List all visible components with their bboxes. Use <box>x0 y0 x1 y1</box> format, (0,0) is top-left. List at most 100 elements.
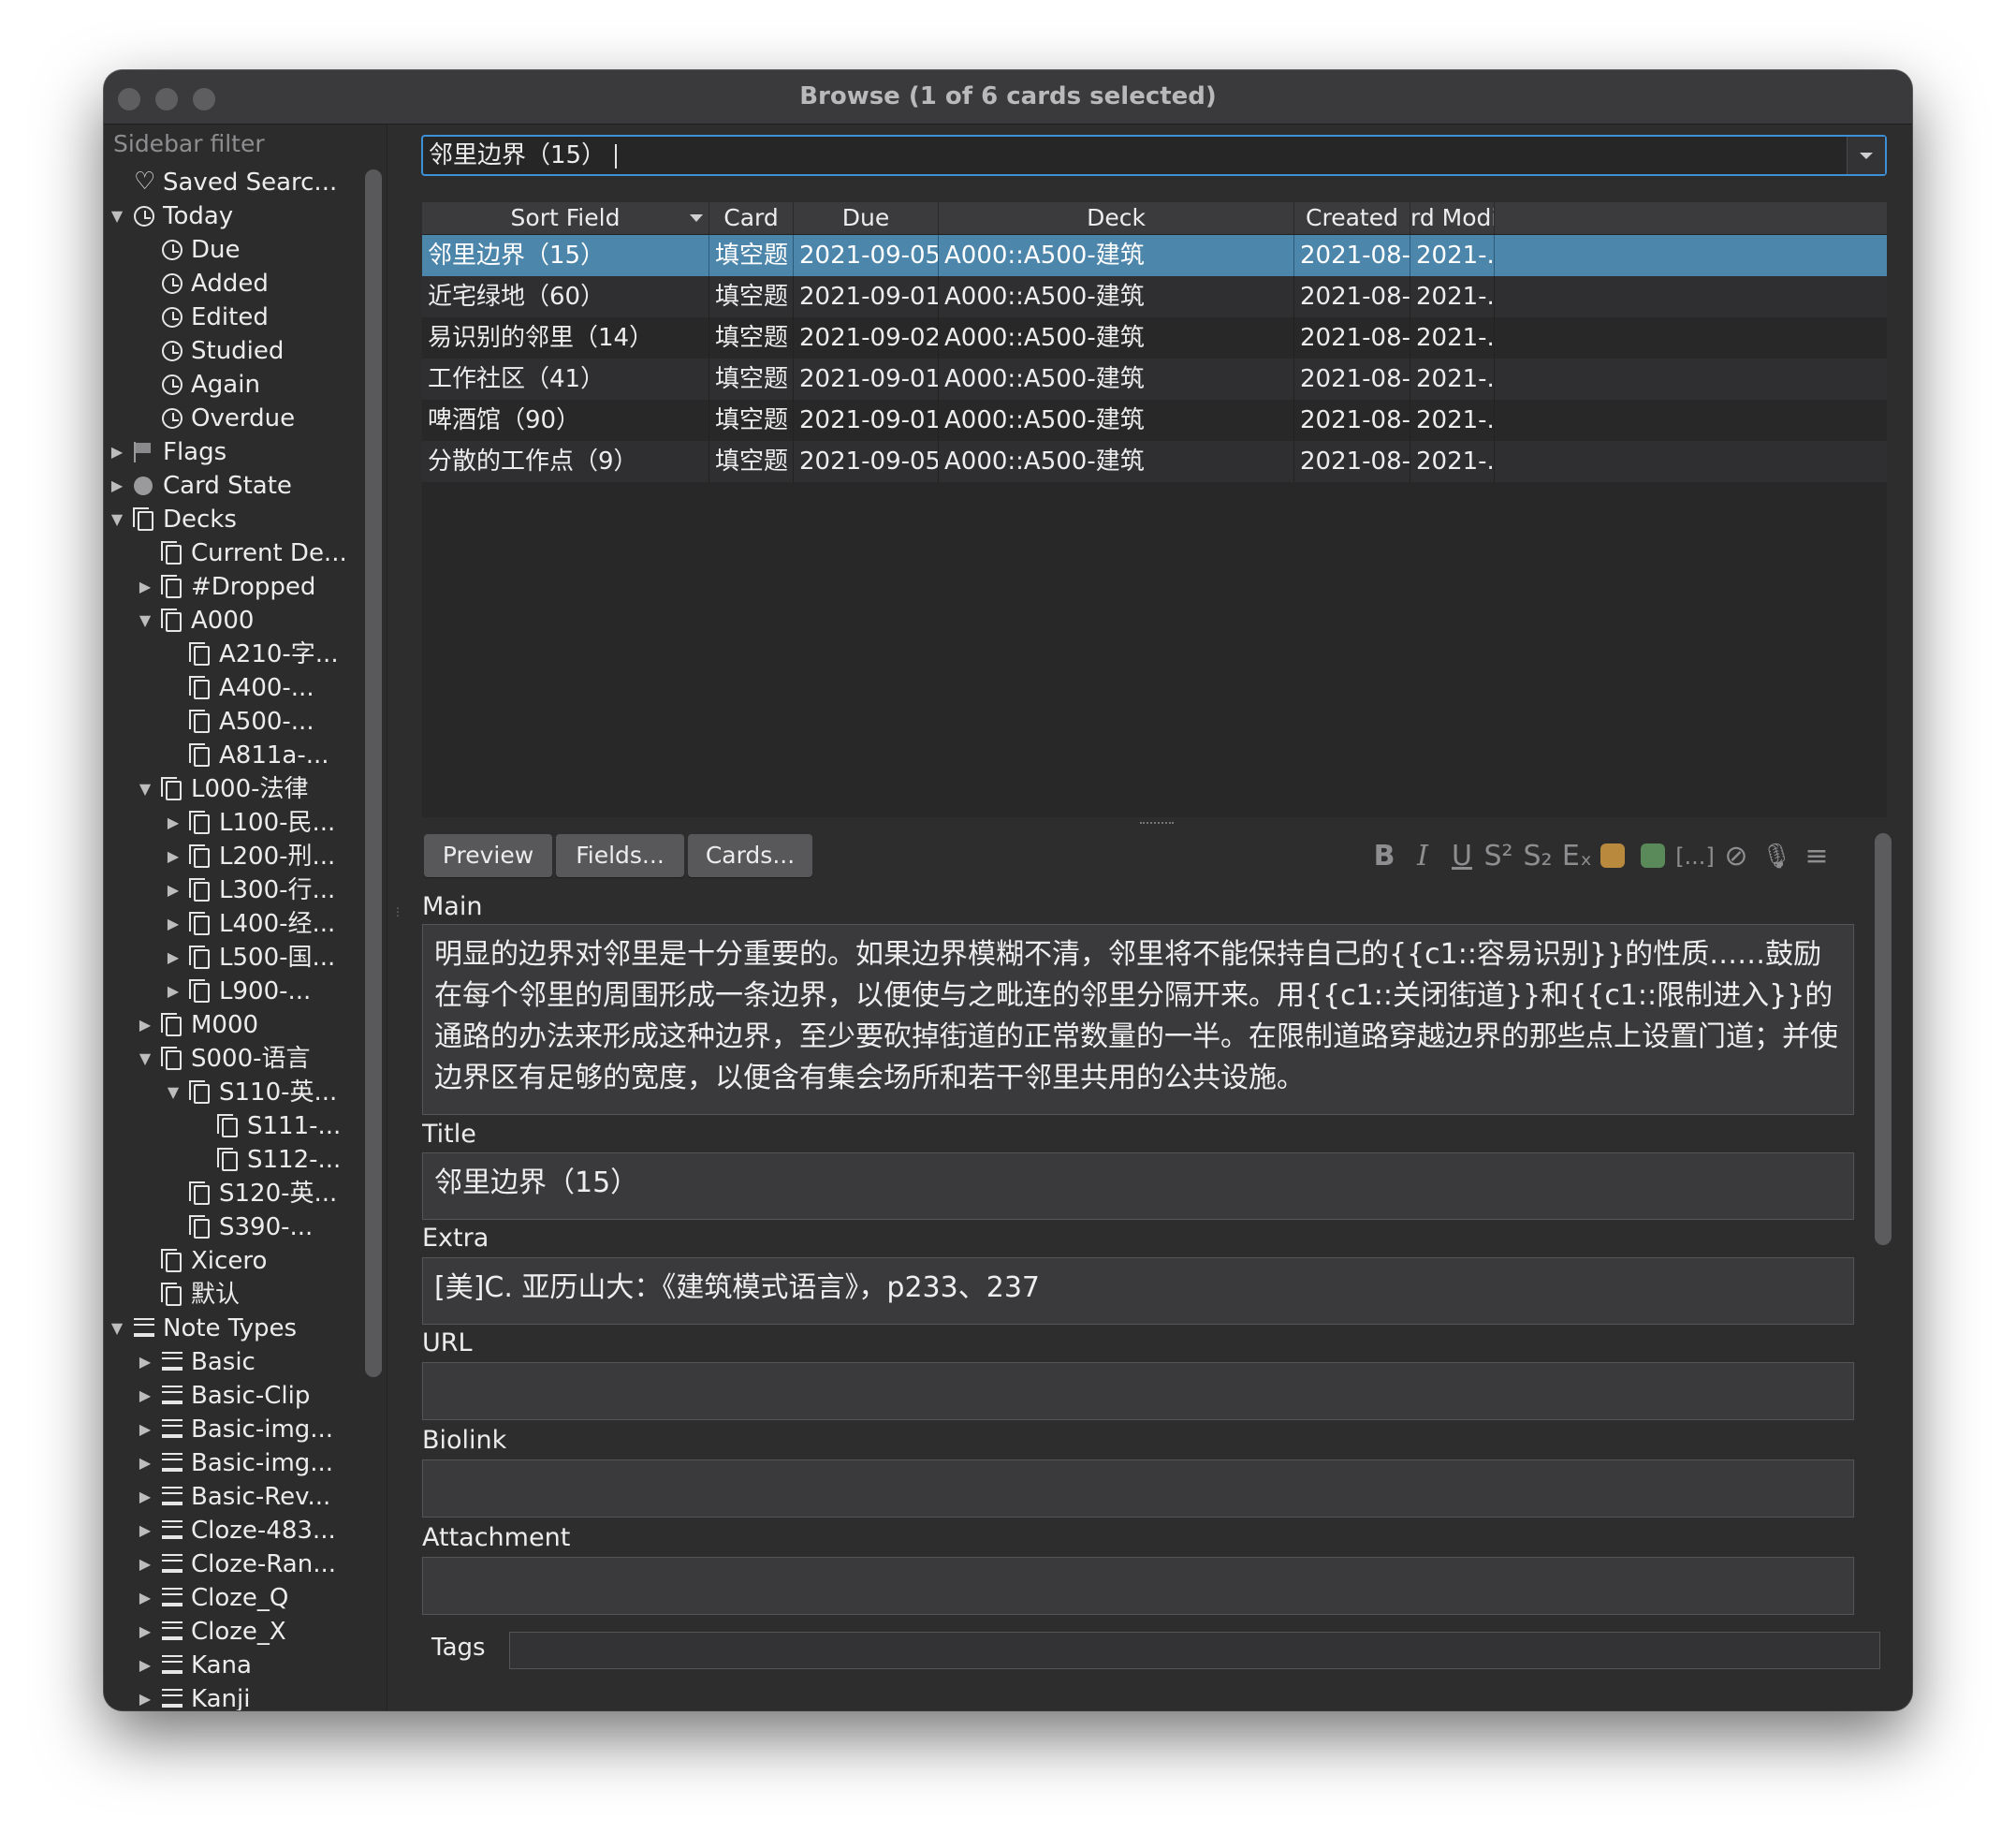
column-header-deck[interactable]: Deck <box>939 202 1294 234</box>
sidebar-item[interactable]: Due <box>104 233 362 267</box>
expand-arrow-icon[interactable]: ▶ <box>136 1008 154 1042</box>
record-audio-icon[interactable]: 🎙 <box>1760 838 1792 875</box>
sidebar-item[interactable]: ▶ Cloze-483... <box>104 1514 362 1547</box>
sidebar-item[interactable]: ▶ M000 <box>104 1008 362 1042</box>
sidebar-item[interactable]: ▼ A000 <box>104 604 362 638</box>
expand-arrow-icon[interactable]: ▶ <box>136 1413 154 1446</box>
expand-arrow-icon[interactable]: ▶ <box>164 907 183 941</box>
sidebar-item[interactable]: A210-字... <box>104 638 362 671</box>
column-header-modified[interactable]: rd Modifi <box>1410 202 1495 234</box>
search-history-dropdown-button[interactable] <box>1847 137 1885 174</box>
field-input-extra[interactable]: [美]C. 亚历山大：《建筑模式语言》，p233、237 <box>422 1257 1854 1325</box>
field-input-main[interactable]: 明显的边界对邻里是十分重要的。如果边界模糊不清，邻里将不能保持自己的{{c1::… <box>422 924 1854 1115</box>
expand-arrow-icon[interactable]: ▶ <box>164 840 183 873</box>
expand-arrow-icon[interactable]: ▶ <box>136 1514 154 1547</box>
sidebar-item[interactable]: ▶ #Dropped <box>104 570 362 604</box>
table-row-selected[interactable]: 邻里边界（15）填空题 12021-09-05A000::A500-建筑2021… <box>422 235 1887 276</box>
sidebar-item[interactable]: ▼ S110-英... <box>104 1076 362 1109</box>
sidebar-item[interactable]: Again <box>104 368 362 402</box>
sidebar-item[interactable]: ▶ L500-国... <box>104 941 362 975</box>
field-input-attachment[interactable] <box>422 1557 1854 1615</box>
attach-icon[interactable]: ⊘ <box>1720 838 1752 875</box>
field-input-url[interactable] <box>422 1362 1854 1420</box>
sidebar-item[interactable]: ▼ Note Types <box>104 1312 362 1345</box>
field-input-title[interactable]: 邻里边界（15） <box>422 1152 1854 1220</box>
sidebar-item[interactable]: ▶ Kanji <box>104 1682 362 1710</box>
collapse-arrow-icon[interactable]: ▼ <box>108 199 126 233</box>
sidebar-item[interactable]: ▶ Cloze_Q <box>104 1581 362 1615</box>
editor-scrollbar[interactable] <box>1875 833 1892 1245</box>
clear-format-icon[interactable]: Eₓ <box>1558 838 1596 875</box>
sidebar-item[interactable]: Current De... <box>104 536 362 570</box>
collapse-arrow-icon[interactable]: ▼ <box>164 1076 183 1109</box>
table-row[interactable]: 啤酒馆（90）填空题 12021-09-01A000::A500-建筑2021-… <box>422 400 1887 441</box>
sidebar-item[interactable]: A811a-... <box>104 739 362 772</box>
table-row[interactable]: 近宅绿地（60）填空题 12021-09-01A000::A500-建筑2021… <box>422 276 1887 317</box>
expand-arrow-icon[interactable]: ▶ <box>164 873 183 907</box>
cloze-icon[interactable]: [...] <box>1673 838 1717 875</box>
preview-button[interactable]: Preview <box>424 834 552 877</box>
sidebar-item[interactable]: ▶ Flags <box>104 435 362 469</box>
sidebar-item[interactable]: A400-... <box>104 671 362 705</box>
expand-arrow-icon[interactable]: ▶ <box>108 469 126 503</box>
more-icon[interactable]: ≡ <box>1800 838 1833 875</box>
expand-arrow-icon[interactable]: ▶ <box>108 435 126 469</box>
search-combobox[interactable]: 邻里边界（15） <box>421 135 1887 176</box>
sidebar-item[interactable]: Added <box>104 267 362 301</box>
column-header-created[interactable]: Created <box>1294 202 1410 234</box>
sidebar-item[interactable]: ▶ Basic-img... <box>104 1446 362 1480</box>
column-header-sort-field[interactable]: Sort Field <box>422 202 709 234</box>
sidebar-item[interactable]: ▶ Basic-img... <box>104 1413 362 1446</box>
sidebar-filter-input[interactable]: Sidebar filter <box>113 130 265 157</box>
sidebar-item[interactable]: S112-... <box>104 1143 362 1177</box>
field-input-biolink[interactable] <box>422 1459 1854 1518</box>
sidebar-item[interactable]: ▶ L200-刑... <box>104 840 362 873</box>
sidebar-item[interactable]: ▶ Basic-Clip <box>104 1379 362 1413</box>
sidebar-item[interactable]: ▶ Cloze_X <box>104 1615 362 1649</box>
search-input[interactable]: 邻里边界（15） <box>429 137 618 174</box>
expand-arrow-icon[interactable]: ▶ <box>136 1649 154 1682</box>
collapse-arrow-icon[interactable]: ▼ <box>108 503 126 536</box>
expand-arrow-icon[interactable]: ▶ <box>164 806 183 840</box>
expand-arrow-icon[interactable]: ▶ <box>136 1615 154 1649</box>
expand-arrow-icon[interactable]: ▶ <box>164 975 183 1008</box>
collapse-arrow-icon[interactable]: ▼ <box>108 1312 126 1345</box>
sidebar-item[interactable]: Studied <box>104 334 362 368</box>
column-header-due[interactable]: Due <box>794 202 939 234</box>
sidebar-item[interactable]: ▶ Cloze-Ran... <box>104 1547 362 1581</box>
expand-arrow-icon[interactable]: ▶ <box>136 1547 154 1581</box>
sidebar-item[interactable]: ▼ S000-语言 <box>104 1042 362 1076</box>
collapse-arrow-icon[interactable]: ▼ <box>136 604 154 638</box>
sidebar-item[interactable]: ▼ L000-法律 <box>104 772 362 806</box>
subscript-icon[interactable]: S₂ <box>1519 838 1556 875</box>
fields-button[interactable]: Fields... <box>556 834 684 877</box>
table-row[interactable]: 工作社区（41）填空题 12021-09-01A000::A500-建筑2021… <box>422 359 1887 400</box>
sidebar-item[interactable]: 默认 <box>104 1278 362 1312</box>
sidebar-splitter-handle[interactable]: ⋮ <box>392 906 403 946</box>
sidebar-scrollbar[interactable] <box>365 169 382 1377</box>
expand-arrow-icon[interactable]: ▶ <box>136 1345 154 1379</box>
sidebar-item[interactable]: ▶ L100-民... <box>104 806 362 840</box>
expand-arrow-icon[interactable]: ▶ <box>136 1480 154 1514</box>
table-editor-splitter-handle[interactable] <box>1140 822 1174 828</box>
superscript-icon[interactable]: S² <box>1480 838 1517 875</box>
expand-arrow-icon[interactable]: ▶ <box>136 570 154 604</box>
sidebar-item[interactable]: ▶ Basic-Rev... <box>104 1480 362 1514</box>
collapse-arrow-icon[interactable]: ▼ <box>136 772 154 806</box>
sidebar-item[interactable]: Xicero <box>104 1244 362 1278</box>
sidebar-item[interactable]: ▶ Card State <box>104 469 362 503</box>
highlight-color-icon[interactable] <box>1641 843 1665 868</box>
table-row[interactable]: 易识别的邻里（14）填空题 12021-09-02A000::A500-建筑20… <box>422 317 1887 359</box>
expand-arrow-icon[interactable]: ▶ <box>136 1581 154 1615</box>
sidebar-item[interactable]: A500-... <box>104 705 362 739</box>
cards-button[interactable]: Cards... <box>688 834 812 877</box>
sidebar-item[interactable]: ▶ Kana <box>104 1649 362 1682</box>
column-header-card[interactable]: Card <box>709 202 794 234</box>
underline-icon[interactable]: U <box>1446 838 1478 875</box>
expand-arrow-icon[interactable]: ▶ <box>164 941 183 975</box>
sidebar-item[interactable]: Edited <box>104 301 362 334</box>
expand-arrow-icon[interactable]: ▶ <box>136 1379 154 1413</box>
sidebar-item[interactable]: ▼ Today <box>104 199 362 233</box>
expand-arrow-icon[interactable]: ▶ <box>136 1446 154 1480</box>
sidebar-item[interactable]: ▶ L900-... <box>104 975 362 1008</box>
